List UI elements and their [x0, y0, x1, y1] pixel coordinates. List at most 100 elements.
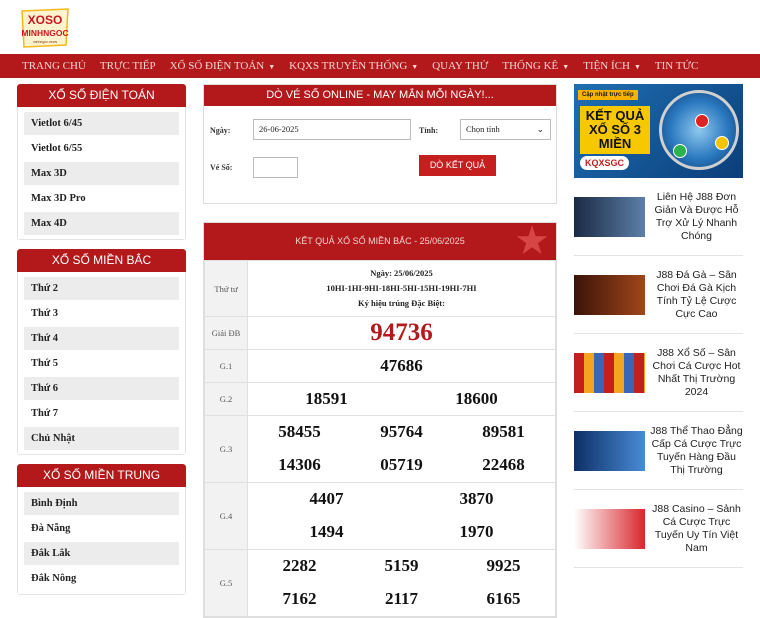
prize-number: 58455	[278, 422, 321, 441]
news-title[interactable]: J88 Xổ Số – Sân Chơi Cá Cược Hot Nhất Th…	[650, 347, 743, 399]
date-label: Ngày:	[210, 126, 231, 135]
box-mien-trung: XỔ SỐ MIỀN TRUNG Bình Định Đà Nẵng Đắk L…	[17, 464, 186, 595]
news-thumbnail	[574, 508, 645, 549]
prize-number: 4407	[309, 489, 344, 508]
news-item[interactable]: J88 Đá Gà – Sân Chơi Đá Gà Kịch Tính Tỷ …	[574, 256, 743, 334]
prize-number: 18591	[305, 389, 348, 408]
prize-number: 1970	[459, 522, 494, 541]
ticket-check-form: DÒ VÉ SỐ ONLINE - MAY MẮN MỖI NGÀY!... N…	[203, 84, 557, 204]
banner-headline: KẾT QUẢ XỔ SỐ 3 MIỀN	[580, 106, 650, 154]
sidebar-item-dak-nong[interactable]: Đắk Nông	[24, 567, 179, 590]
nav-item-thong-ke[interactable]: THỐNG KÊ ▼	[502, 60, 569, 72]
logo-tagline: minhngoc.news	[33, 40, 58, 44]
news-item[interactable]: J88 Thể Thao Đẳng Cấp Cá Cược Trực Tuyến…	[574, 412, 743, 490]
prize-number: 18600	[455, 389, 498, 408]
banner-logo: KQXSGC	[580, 156, 630, 170]
table-row: G.3 58455 95764 89581 14306 05719 22468	[204, 415, 556, 483]
sidebar-item-max-3d[interactable]: Max 3D	[24, 162, 179, 185]
box-title: XỔ SỐ MIỀN BẮC	[17, 249, 186, 272]
results-header: KẾT QUẢ XỔ SỐ MIỀN BẮC - 25/06/2025 ★	[204, 223, 556, 260]
site-header: XOSO MINHNGOC minhngoc.news	[0, 0, 760, 54]
banner-tag: Cập nhật trực tiếp	[578, 90, 638, 100]
news-title[interactable]: J88 Đá Gà – Sân Chơi Đá Gà Kịch Tính Tỷ …	[650, 269, 743, 321]
prize-label: Giải ĐB	[204, 316, 248, 350]
site-logo[interactable]: XOSO MINHNGOC minhngoc.news	[16, 7, 74, 49]
province-select[interactable]: Chọn tỉnh ⌄	[460, 119, 551, 140]
sidebar-item-chu-nhat[interactable]: Chủ Nhật	[24, 427, 179, 450]
news-title[interactable]: Liên Hệ J88 Đơn Giản Và Được Hỗ Trợ Xử L…	[650, 191, 743, 243]
sidebar-item-binh-dinh[interactable]: Bình Định	[24, 492, 179, 515]
nav-item-tin-tuc[interactable]: TIN TỨC	[655, 60, 698, 72]
prize-number: 22468	[482, 455, 525, 474]
chevron-down-icon: ▼	[562, 63, 570, 71]
check-result-button[interactable]: DÒ KẾT QUẢ	[419, 155, 496, 176]
prize-number: 2117	[384, 589, 419, 608]
chevron-down-icon: ▼	[633, 63, 641, 71]
news-thumbnail	[574, 430, 645, 471]
day-cell: Thứ tư	[204, 260, 248, 317]
box-mien-bac: XỔ SỐ MIỀN BẮC Thứ 2 Thứ 3 Thứ 4 Thứ 5 T…	[17, 249, 186, 455]
ball-icon	[715, 136, 729, 150]
sidebar-item-dak-lak[interactable]: Đắk Lắk	[24, 542, 179, 565]
results-title: KẾT QUẢ XỔ SỐ MIỀN BẮC - 25/06/2025	[295, 236, 465, 246]
news-item[interactable]: J88 Xổ Số – Sân Chơi Cá Cược Hot Nhất Th…	[574, 334, 743, 412]
sidebar-item-thu-2[interactable]: Thứ 2	[24, 277, 179, 300]
prize-number: 9925	[486, 556, 521, 575]
prize-number: 7162	[282, 589, 317, 608]
prize-label: G.1	[204, 349, 248, 383]
sidebar-item-thu-4[interactable]: Thứ 4	[24, 327, 179, 350]
prize-label: G.2	[204, 382, 248, 416]
nav-item-kqxs[interactable]: KQXS TRUYỀN THỐNG ▼	[289, 60, 418, 72]
chevron-down-icon: ⌄	[536, 124, 544, 134]
chevron-down-icon: ▼	[411, 63, 419, 71]
news-item[interactable]: Liên Hệ J88 Đơn Giản Và Được Hỗ Trợ Xử L…	[574, 178, 743, 256]
logo-line1: XOSO	[28, 13, 63, 27]
nav-item-quay-thu[interactable]: QUAY THỬ	[432, 60, 488, 72]
nav-item-dien-toan[interactable]: XỔ SỐ ĐIỆN TOÁN ▼	[170, 60, 276, 72]
lottery-wheel-icon	[659, 90, 739, 170]
ball-icon	[695, 114, 709, 128]
draw-date: Ngày: 25/06/2025	[370, 268, 433, 278]
date-input[interactable]: 26-06-2025	[253, 119, 411, 140]
ticket-label: Vé Số:	[210, 163, 233, 172]
prize-number: 3870	[459, 489, 494, 508]
results-table: Thứ tư Ngày: 25/06/2025 10HI-1HI-9HI-18H…	[204, 260, 556, 617]
nav-item-tien-ich[interactable]: TIỆN ÍCH ▼	[583, 60, 641, 72]
news-title[interactable]: J88 Casino – Sảnh Cá Cược Trực Tuyến Uy …	[650, 503, 743, 555]
box-title: XỔ SỐ MIỀN TRUNG	[17, 464, 186, 487]
info-cell: Ngày: 25/06/2025 10HI-1HI-9HI-18HI-5HI-1…	[247, 260, 556, 317]
form-title: DÒ VÉ SỐ ONLINE - MAY MẮN MỖI NGÀY!...	[204, 85, 556, 106]
table-row: G.5 2282 5159 9925 7162 2117 6165	[204, 549, 556, 617]
sidebar-item-thu-7[interactable]: Thứ 7	[24, 402, 179, 425]
prize-number: 89581	[482, 422, 525, 441]
nav-item-truc-tiep[interactable]: TRỰC TIẾP	[100, 60, 156, 72]
prize-number: 47686	[380, 356, 423, 375]
ticket-input[interactable]	[253, 157, 298, 178]
sidebar-item-max-4d[interactable]: Max 4D	[24, 212, 179, 235]
news-item[interactable]: J88 Casino – Sảnh Cá Cược Trực Tuyến Uy …	[574, 490, 743, 568]
sidebar-item-max-3d-pro[interactable]: Max 3D Pro	[24, 187, 179, 210]
sidebar-item-thu-3[interactable]: Thứ 3	[24, 302, 179, 325]
prize-number: 05719	[380, 455, 423, 474]
sidebar-item-thu-5[interactable]: Thứ 5	[24, 352, 179, 375]
news-thumbnail	[574, 196, 645, 237]
news-thumbnail	[574, 352, 645, 393]
news-title[interactable]: J88 Thể Thao Đẳng Cấp Cá Cược Trực Tuyến…	[650, 425, 743, 477]
box-dien-toan: XỔ SỐ ĐIỆN TOÁN Vietlot 6/45 Vietlot 6/5…	[17, 84, 186, 240]
sidebar-item-da-nang[interactable]: Đà Nẵng	[24, 517, 179, 540]
prize-label: G.4	[204, 482, 248, 550]
live-results-banner[interactable]: Cập nhật trực tiếp KẾT QUẢ XỔ SỐ 3 MIỀN …	[574, 84, 743, 178]
news-thumbnail	[574, 274, 645, 315]
sidebar-item-thu-6[interactable]: Thứ 6	[24, 377, 179, 400]
prize-number: 2282	[282, 556, 317, 575]
prize-label: G.5	[204, 549, 248, 617]
prize-number: 14306	[278, 455, 321, 474]
chevron-down-icon: ▼	[268, 63, 276, 71]
right-sidebar: Cập nhật trực tiếp KẾT QUẢ XỔ SỐ 3 MIỀN …	[574, 84, 743, 568]
nav-item-trang-chu[interactable]: TRANG CHỦ	[22, 60, 86, 72]
sidebar-item-vietlot-655[interactable]: Vietlot 6/55	[24, 137, 179, 160]
prize-number: 1494	[309, 522, 344, 541]
ball-icon	[673, 144, 687, 158]
sidebar-item-vietlot-645[interactable]: Vietlot 6/45	[24, 112, 179, 135]
table-row: G.1 47686	[204, 349, 556, 383]
